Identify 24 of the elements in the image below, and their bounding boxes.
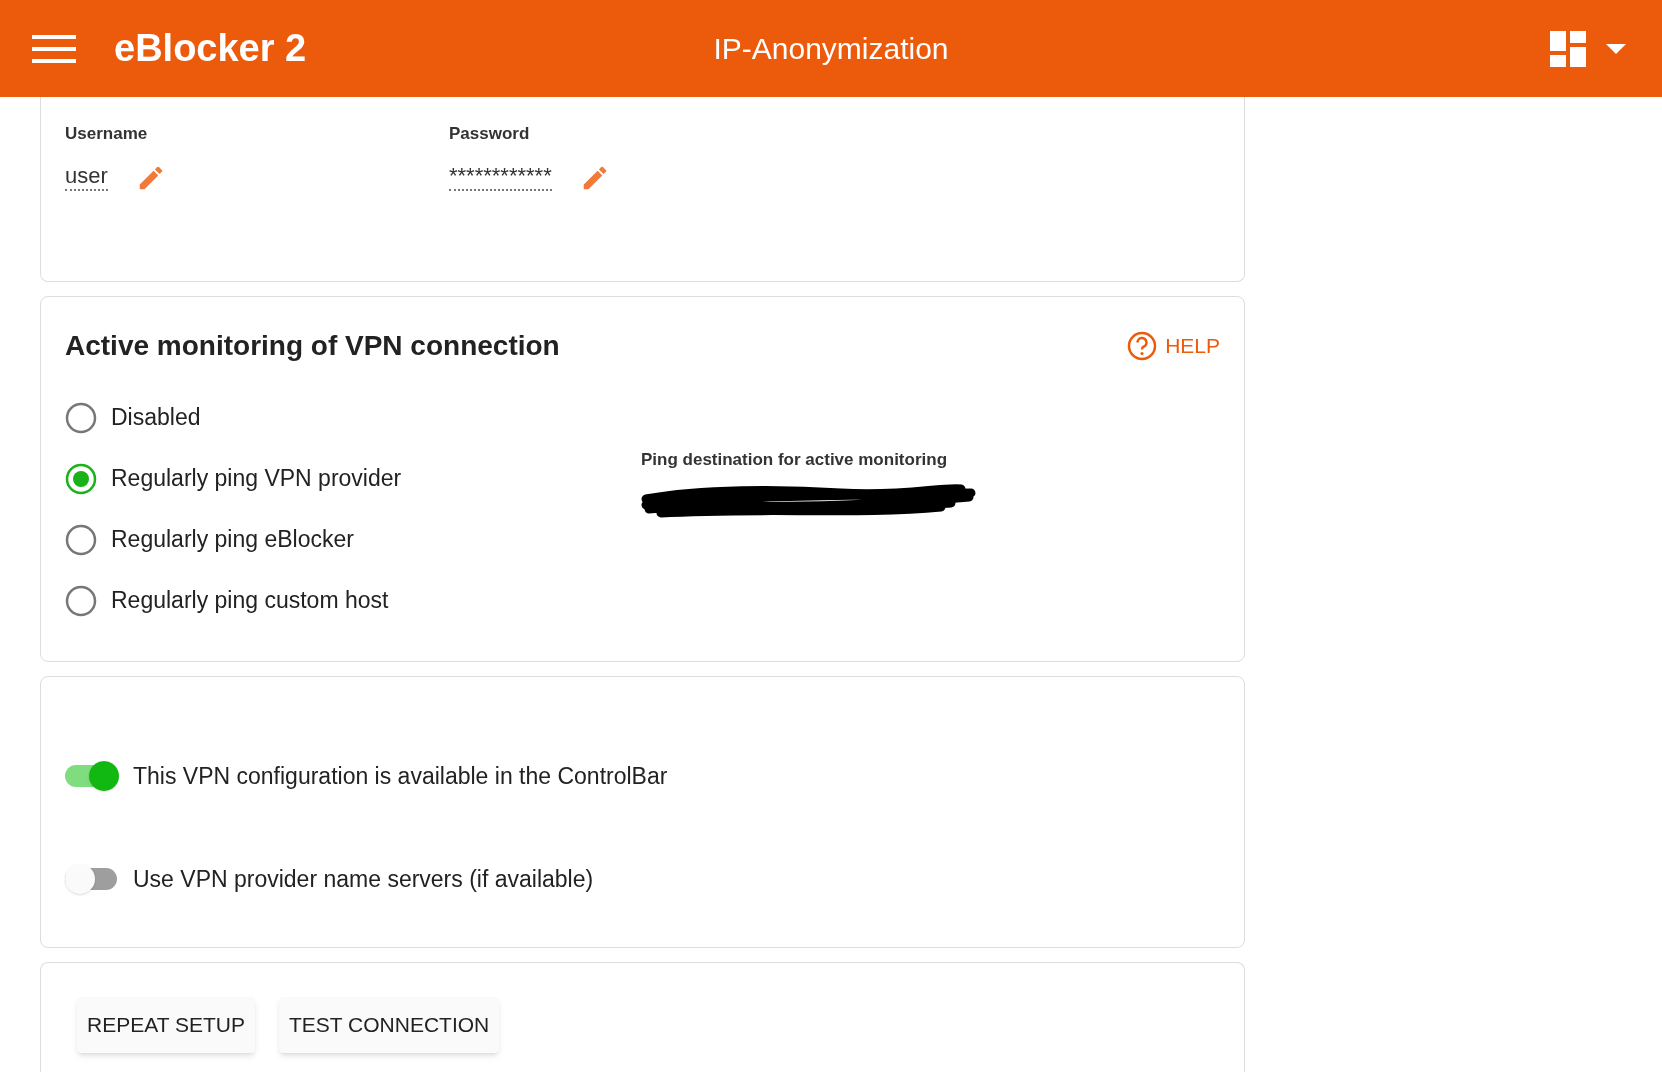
switch-label: This VPN configuration is available in the ControlBar — [133, 762, 668, 791]
radio-option[interactable]: Regularly ping custom host — [65, 570, 641, 631]
action-button[interactable]: TEST CONNECTION — [278, 997, 500, 1053]
radio-button[interactable] — [65, 523, 97, 556]
switch-label: Use VPN provider name servers (if available) — [133, 864, 594, 894]
field-label: Username — [65, 123, 149, 145]
dashboard-icon[interactable] — [1550, 30, 1586, 67]
app-title: eBlocker 2 — [114, 26, 307, 71]
dropdown-caret-icon[interactable] — [1606, 43, 1626, 54]
action-button[interactable]: REPEAT SETUP — [77, 997, 255, 1053]
help-icon — [1127, 331, 1158, 361]
editable-value[interactable]: ************ — [449, 164, 552, 191]
menu-icon[interactable] — [32, 32, 76, 65]
radio-button[interactable] — [65, 462, 97, 495]
page-title: IP-Anonymization — [713, 31, 949, 67]
radio-option[interactable]: Regularly ping VPN provider — [65, 448, 641, 509]
field-label: Ping destination for active monitoring — [641, 449, 949, 471]
radio-button[interactable] — [65, 401, 97, 434]
section-title: Active monitoring of VPN connection — [65, 329, 560, 363]
radio-button[interactable] — [65, 584, 97, 617]
radio-option[interactable]: Disabled — [65, 387, 641, 448]
radio-option[interactable]: Regularly ping eBlocker — [65, 509, 641, 570]
field-label: Password — [449, 123, 531, 145]
editable-value[interactable]: user — [65, 164, 108, 191]
